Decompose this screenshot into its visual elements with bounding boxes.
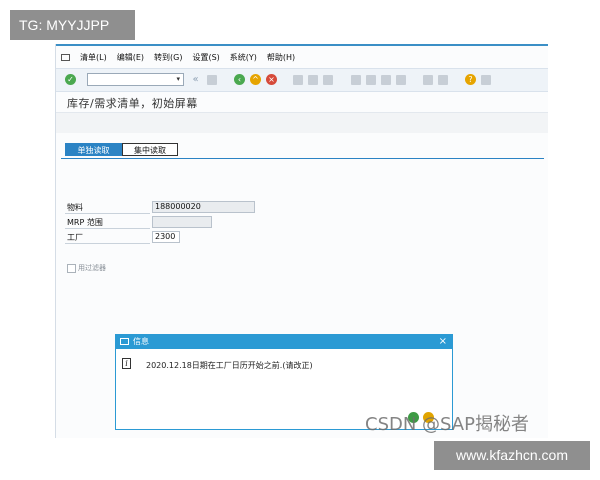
- last-page-icon[interactable]: [396, 75, 406, 85]
- find-next-icon[interactable]: [323, 75, 333, 85]
- mrp-area-field[interactable]: [152, 216, 212, 228]
- menu-system[interactable]: 系统(Y): [230, 52, 257, 63]
- menu-window-icon[interactable]: [61, 53, 70, 61]
- tab-collective-read[interactable]: 集中读取: [122, 143, 178, 156]
- previous-page-icon[interactable]: [366, 75, 376, 85]
- double-chevron-icon[interactable]: «: [190, 74, 201, 85]
- dialog-title: 信息: [133, 337, 149, 346]
- menu-edit[interactable]: 编辑(E): [117, 52, 144, 63]
- mrp-area-label-underline: [65, 228, 150, 229]
- shortcut-icon[interactable]: [438, 75, 448, 85]
- dialog-window-icon: [120, 338, 129, 345]
- overlay-tag: TG: MYYJJPP: [10, 10, 135, 40]
- command-field[interactable]: ▾: [87, 73, 184, 86]
- print-icon[interactable]: [293, 75, 303, 85]
- window-top-border: [56, 44, 548, 46]
- find-icon[interactable]: [308, 75, 318, 85]
- new-session-icon[interactable]: [423, 75, 433, 85]
- dialog-title-bar[interactable]: 信息 ×: [116, 335, 452, 349]
- menu-bar: 清单(L) 编辑(E) 转到(G) 设置(S) 系统(Y) 帮助(H): [56, 48, 548, 66]
- exit-icon[interactable]: ^: [250, 74, 261, 85]
- mrp-area-label: MRP 范围: [67, 218, 103, 227]
- csdn-watermark: CSDN @SAP揭秘者: [365, 414, 529, 435]
- checkbox-box[interactable]: [67, 263, 76, 273]
- sap-window: 清单(L) 编辑(E) 转到(G) 设置(S) 系统(Y) 帮助(H) ✓ ▾ …: [55, 44, 548, 438]
- material-field[interactable]: 188000020: [152, 201, 255, 213]
- tab-strip-line: [61, 158, 544, 159]
- plant-field[interactable]: 2300: [152, 231, 180, 243]
- save-icon[interactable]: [207, 75, 217, 85]
- material-label: 物料: [67, 203, 83, 212]
- screen-title: 库存/需求清单，初始屏幕: [67, 97, 198, 110]
- info-icon: i: [122, 358, 131, 369]
- cancel-icon[interactable]: ×: [266, 74, 277, 85]
- tab-single-read[interactable]: 单独读取: [65, 143, 122, 156]
- filter-checkbox-label: 用过滤器: [78, 264, 106, 272]
- back-icon[interactable]: ‹: [234, 74, 245, 85]
- menu-help[interactable]: 帮助(H): [267, 52, 295, 63]
- close-icon[interactable]: ×: [439, 335, 447, 349]
- filter-checkbox[interactable]: 用过滤器: [67, 263, 106, 273]
- application-toolbar: [56, 113, 548, 133]
- plant-label-underline: [65, 243, 150, 244]
- overlay-site: www.kfazhcn.com: [434, 441, 590, 470]
- help-icon[interactable]: ?: [465, 74, 476, 85]
- next-page-icon[interactable]: [381, 75, 391, 85]
- plant-label: 工厂: [67, 233, 83, 242]
- menu-settings[interactable]: 设置(S): [192, 52, 219, 63]
- dialog-message: 2020.12.18日期在工厂日历开始之前.(请改正): [146, 361, 313, 370]
- menu-goto[interactable]: 转到(G): [154, 52, 182, 63]
- first-page-icon[interactable]: [351, 75, 361, 85]
- menu-list[interactable]: 清单(L): [80, 52, 107, 63]
- standard-toolbar: ✓ ▾ « ‹ ^ × ?: [56, 68, 548, 92]
- material-label-underline: [65, 213, 150, 214]
- layout-menu-icon[interactable]: [481, 75, 491, 85]
- enter-checkmark-icon[interactable]: ✓: [65, 74, 76, 85]
